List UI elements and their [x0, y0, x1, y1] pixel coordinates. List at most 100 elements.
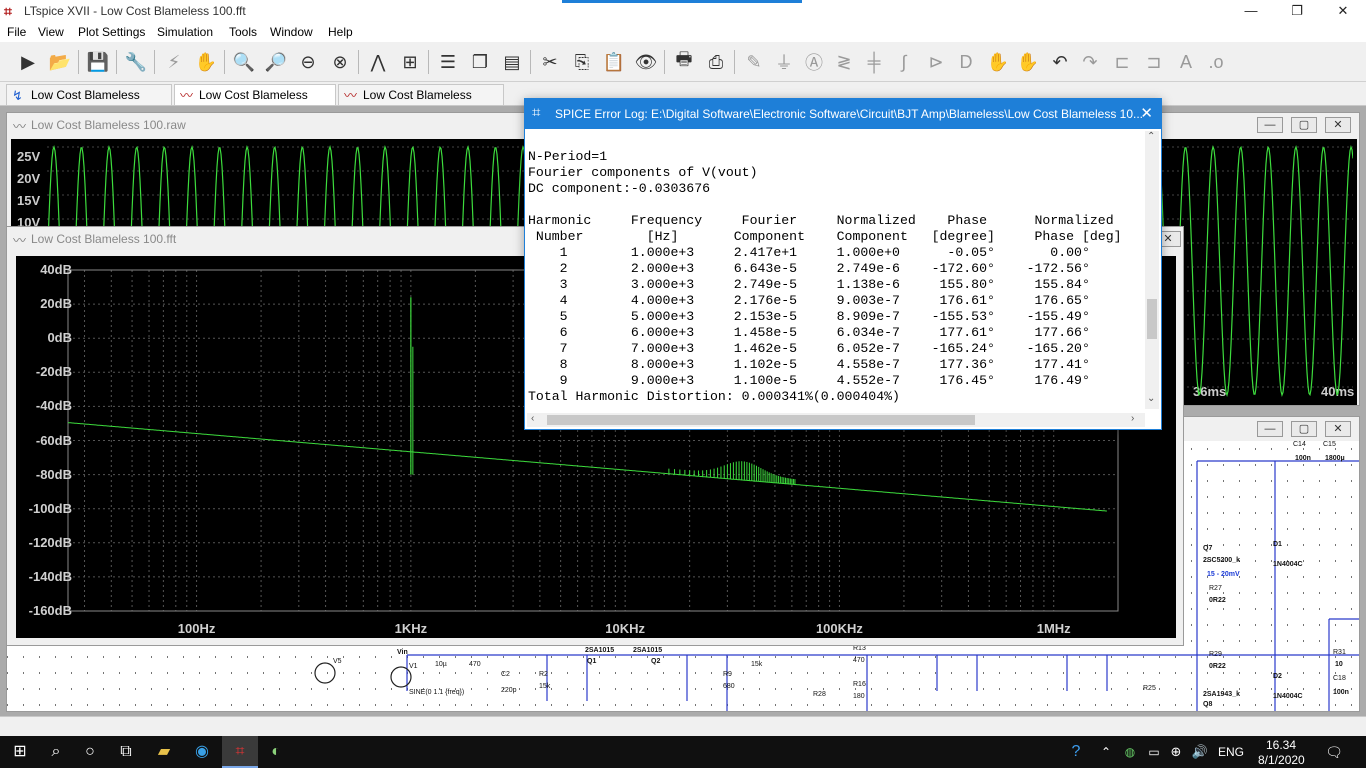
sch-close-button[interactable]: ✕ [1325, 421, 1351, 437]
edge-browser-icon[interactable]: ◉ [188, 740, 216, 764]
control-panel-icon[interactable]: 🔧 [122, 48, 150, 76]
file-explorer-icon[interactable]: ▰ [150, 740, 178, 764]
pan-icon[interactable]: 🔎 [262, 48, 290, 76]
raw-minimize-button[interactable]: — [1257, 117, 1283, 133]
menu-simulation[interactable]: Simulation [157, 25, 213, 39]
move-icon[interactable]: ✋ [984, 48, 1012, 76]
log-line: 1 1.000e+3 2.417e+1 1.000e+0 -0.05° 0.00… [528, 245, 1090, 260]
paste-icon[interactable]: 📋 [600, 48, 628, 76]
clock-date[interactable]: 8/1/2020 [1258, 753, 1305, 767]
minimize-button[interactable]: — [1228, 0, 1274, 23]
cascade-icon[interactable]: ❐ [466, 48, 494, 76]
horizontal-scroll-thumb[interactable] [547, 415, 975, 425]
label-r28: R28 [813, 691, 826, 698]
tab-fft[interactable]: 〰 Low Cost Blameless 100.fft [174, 84, 336, 122]
sch-minimize-button[interactable]: — [1257, 421, 1283, 437]
fft-y-tick: -140dB [28, 568, 72, 584]
label-q1t: 2SA1015 [585, 647, 615, 654]
save-icon[interactable]: 💾 [84, 48, 112, 76]
label-r16v: 180 [853, 693, 865, 700]
log-line: 7 7.000e+3 1.462e-5 6.052e-7 -165.24° -1… [528, 341, 1090, 356]
volume-icon[interactable]: 🔊 [1186, 740, 1214, 764]
scroll-left-icon[interactable]: ‹ [531, 413, 534, 424]
menu-tools[interactable]: Tools [229, 25, 257, 39]
scroll-up-icon[interactable]: ⌃ [1147, 131, 1155, 142]
rotate-icon[interactable]: ⊏ [1108, 48, 1136, 76]
raw-close-button[interactable]: ✕ [1325, 117, 1351, 133]
label-v5: V5 [333, 658, 342, 665]
fft-y-tick: -60dB [35, 432, 72, 448]
search-icon[interactable]: ⌕ [42, 740, 70, 764]
cortana-icon[interactable]: ○ [76, 740, 104, 764]
cut-icon[interactable]: ✂ [536, 48, 564, 76]
vertical-scroll-thumb[interactable] [1147, 299, 1157, 339]
menu-file[interactable]: File [7, 25, 26, 39]
close-button[interactable]: ✕ [1320, 0, 1366, 23]
halt-icon[interactable]: ✋ [192, 48, 220, 76]
label-q7: Q7 [1203, 545, 1213, 552]
find-icon[interactable]: 👁 [632, 48, 660, 76]
tab-raw[interactable]: 〰 Low Cost Blameless 100.raw [338, 84, 504, 122]
zoom-in-icon[interactable]: 🔍 [230, 48, 258, 76]
app-titlebar: ⌗ LTspice XVII - Low Cost Blameless 100.… [0, 0, 1366, 23]
menu-window[interactable]: Window [270, 25, 313, 39]
redo-icon[interactable]: ↷ [1076, 48, 1104, 76]
sch-maximize-button[interactable]: ▢ [1291, 421, 1317, 437]
error-log-horizontal-scrollbar[interactable]: ‹ › [527, 413, 1145, 427]
task-view-icon[interactable]: ⧉ [112, 740, 140, 764]
notification-center-icon[interactable]: 🗨 [1320, 740, 1348, 764]
run-icon[interactable]: ⚡ [160, 48, 188, 76]
component-icon[interactable]: D [952, 48, 980, 76]
label-c18v: 100n [1333, 689, 1349, 696]
error-log-vertical-scrollbar[interactable]: ⌃ ⌄ [1145, 131, 1159, 409]
inductor-icon[interactable]: ∫ [890, 48, 918, 76]
label-net-icon[interactable]: Ⓐ [800, 48, 828, 76]
capacitor-icon[interactable]: ╪ [860, 48, 888, 76]
autorange-icon[interactable]: ⋀ [364, 48, 392, 76]
scroll-down-icon[interactable]: ⌄ [1147, 393, 1155, 404]
spice-error-log-dialog[interactable]: ⌗ SPICE Error Log: E:\Digital Software\E… [524, 98, 1162, 430]
menu-bar: File View Plot Settings Simulation Tools… [0, 23, 1366, 42]
grid-icon[interactable]: ⊞ [396, 48, 424, 76]
waveform-icon: 〰 [344, 88, 358, 103]
help-icon[interactable]: ? [1062, 740, 1090, 764]
log-line: Fourier components of V(vout) [528, 165, 758, 180]
print-icon[interactable]: 🖶 [670, 48, 698, 76]
error-log-close-button[interactable]: ✕ [1140, 104, 1153, 122]
mirror-icon[interactable]: ⊐ [1140, 48, 1168, 76]
menu-view[interactable]: View [38, 25, 64, 39]
label-q8: Q8 [1203, 701, 1213, 708]
schematic-icon: ↯ [12, 88, 23, 103]
open-folder-icon[interactable]: 📂 [46, 48, 74, 76]
tile-vertical-icon[interactable]: ▤ [498, 48, 526, 76]
spice-directive-icon[interactable]: .o [1202, 48, 1230, 76]
text-icon[interactable]: A [1172, 48, 1200, 76]
resistor-icon[interactable]: ≷ [830, 48, 858, 76]
undo-icon[interactable]: ↶ [1046, 48, 1074, 76]
zoom-out-icon[interactable]: ⊖ [294, 48, 322, 76]
diode-icon[interactable]: ⊳ [922, 48, 950, 76]
tab-asc[interactable]: ↯ Low Cost Blameless 100.asc [6, 84, 172, 122]
copy-icon[interactable]: ⎘ [568, 48, 596, 76]
new-schematic-icon[interactable]: ▶ [14, 48, 42, 76]
print-setup-icon[interactable]: ⎙ [702, 48, 730, 76]
clock-time[interactable]: 16.34 [1266, 738, 1296, 752]
fft-x-tick: 1MHz [1036, 621, 1071, 636]
app-taskbar-icon[interactable]: ◐ [262, 740, 290, 764]
zoom-fit-icon[interactable]: ⊗ [326, 48, 354, 76]
menu-help[interactable]: Help [328, 25, 353, 39]
fft-y-tick: -120dB [28, 534, 72, 550]
drag-icon[interactable]: ✋ [1014, 48, 1042, 76]
error-log-text[interactable]: N-Period=1 Fourier components of V(vout) D… [528, 149, 1122, 405]
ltspice-taskbar-button[interactable]: ⌗ [222, 736, 258, 768]
menu-plot-settings[interactable]: Plot Settings [78, 25, 145, 39]
raw-maximize-button[interactable]: ▢ [1291, 117, 1317, 133]
wire-icon[interactable]: ✎ [740, 48, 768, 76]
tile-horizontal-icon[interactable]: ☰ [434, 48, 462, 76]
label-r31v: 10 [1335, 661, 1343, 668]
language-indicator[interactable]: ENG [1218, 745, 1244, 759]
restore-button[interactable]: ❐ [1274, 0, 1320, 23]
windows-start-icon[interactable]: ⊞ [6, 740, 34, 764]
ground-icon[interactable]: ⏚ [770, 48, 798, 76]
scroll-right-icon[interactable]: › [1131, 413, 1134, 424]
